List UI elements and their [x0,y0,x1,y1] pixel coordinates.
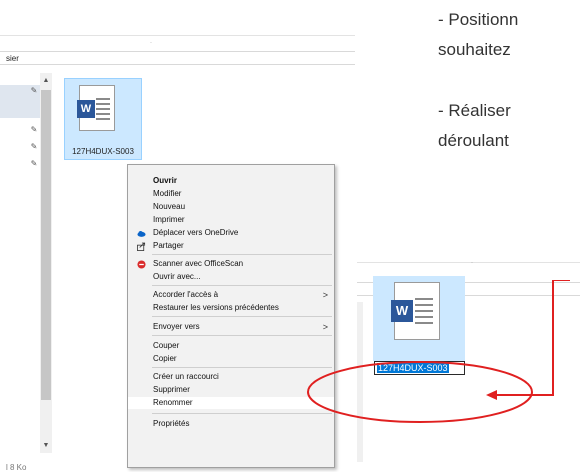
onedrive-cloud-icon [137,230,146,237]
scrollbar-thumb[interactable] [41,90,51,400]
menu-item-new[interactable]: Nouveau [128,201,334,213]
address-text: sier [6,54,19,63]
menu-item-open[interactable]: Ouvrir [128,175,334,187]
word-document-icon: W [77,85,115,131]
pin-icon[interactable]: ✎ [29,125,39,135]
scroll-up-arrow-icon[interactable]: ▲ [40,75,52,87]
navigation-pane [0,83,40,453]
ribbon-dot: · [150,40,152,46]
instruction-line-1: - Positionn [438,10,519,29]
ribbon-dot: · [471,260,473,266]
instruction-line-4: déroulant [438,131,509,150]
pin-icon[interactable]: ✎ [29,86,39,96]
annotation-overlay [307,280,570,423]
menu-item-share[interactable]: Partager [128,240,334,252]
instruction-line-2: souhaitez [438,40,511,59]
word-badge: W [77,100,95,118]
instruction-line-3: - Réaliser [438,101,511,120]
window-top-border [357,262,580,263]
file-item-selected[interactable]: W 127H4DUX-S003 [64,78,142,160]
menu-item-print[interactable]: Imprimer [128,214,334,226]
share-icon [137,242,146,251]
menu-item-edit[interactable]: Modifier [128,188,334,200]
pin-icon[interactable]: ✎ [29,159,39,169]
menu-separator [152,254,332,255]
scroll-down-arrow-icon[interactable]: ▼ [40,440,52,452]
menu-item-move-onedrive[interactable]: Déplacer vers OneDrive [128,227,334,239]
highlight-ellipse [307,361,533,423]
file-name-label: 127H4DUX-S003 [72,147,134,156]
status-bar-size: l 8 Ko [6,463,27,472]
pin-icon[interactable]: ✎ [29,142,39,152]
annotation-arrowhead [486,390,497,400]
address-bar[interactable]: sier [0,51,355,65]
menu-item-officescan[interactable]: Scanner avec OfficeScan [128,258,334,270]
officescan-icon [137,260,146,269]
annotation-arrow-line [493,280,570,396]
window-top-border [0,35,355,36]
